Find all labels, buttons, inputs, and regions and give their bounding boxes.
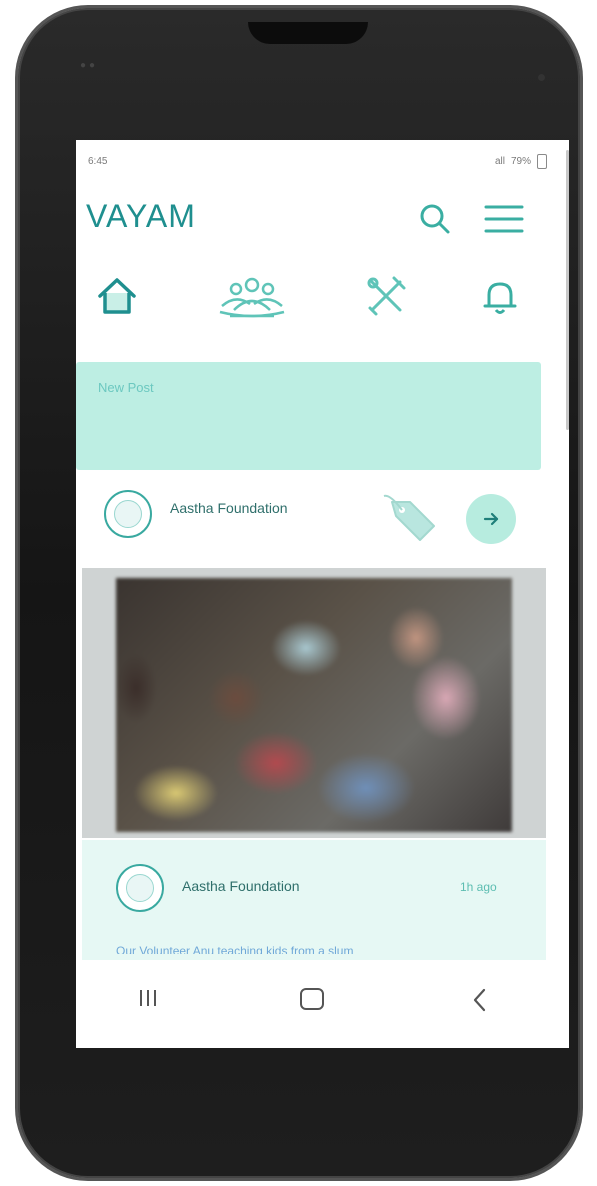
- post-image-frame: [82, 568, 546, 838]
- home-button-icon[interactable]: [298, 986, 326, 1017]
- tools-icon[interactable]: [364, 274, 408, 323]
- app-logo: VAYAM: [86, 198, 196, 234]
- app-screen: 6:45 all 79% VAYAM New Post Aastha Found…: [76, 140, 569, 1048]
- post-footer-org-name[interactable]: Aastha Foundation: [182, 878, 300, 894]
- avatar[interactable]: [116, 864, 164, 912]
- scrollbar[interactable]: [566, 150, 569, 430]
- speaker-grille: [248, 22, 368, 44]
- new-post-label: New Post: [98, 380, 154, 395]
- battery-icon: [537, 154, 547, 169]
- post-header: Aastha Foundation: [76, 480, 569, 550]
- tag-icon[interactable]: [382, 488, 440, 551]
- menu-icon[interactable]: [484, 202, 524, 241]
- nav-tabs: [76, 270, 569, 330]
- avatar[interactable]: [104, 490, 152, 538]
- signal-icon: all: [494, 156, 505, 167]
- community-icon[interactable]: [216, 276, 288, 323]
- sensor-dots: ●●: [80, 60, 99, 71]
- recent-apps-icon[interactable]: [136, 986, 160, 1015]
- post-image[interactable]: [116, 578, 512, 832]
- post-caption: Our Volunteer Anu teaching kids from a s…: [116, 944, 354, 954]
- post-card: Aastha Foundation 1h ago Our Volunteer A…: [82, 840, 546, 960]
- arrow-right-icon[interactable]: [466, 494, 516, 544]
- status-right: all 79%: [495, 154, 547, 169]
- status-bar: 6:45 all 79%: [76, 154, 569, 172]
- org-logo-icon: [126, 874, 154, 902]
- post-org-name[interactable]: Aastha Foundation: [170, 500, 288, 516]
- search-icon[interactable]: [418, 202, 452, 241]
- home-icon[interactable]: [96, 276, 138, 321]
- app-bar: VAYAM: [76, 192, 569, 242]
- back-icon[interactable]: [468, 986, 492, 1019]
- new-post-box[interactable]: New Post: [76, 362, 541, 470]
- system-nav-bar: [76, 960, 569, 1048]
- bell-icon[interactable]: [482, 278, 518, 321]
- post-time-ago: 1h ago: [460, 880, 497, 894]
- front-camera: [538, 74, 545, 81]
- status-time: 6:45: [88, 156, 108, 167]
- battery-percent: 79%: [510, 156, 531, 167]
- org-logo-icon: [114, 500, 142, 528]
